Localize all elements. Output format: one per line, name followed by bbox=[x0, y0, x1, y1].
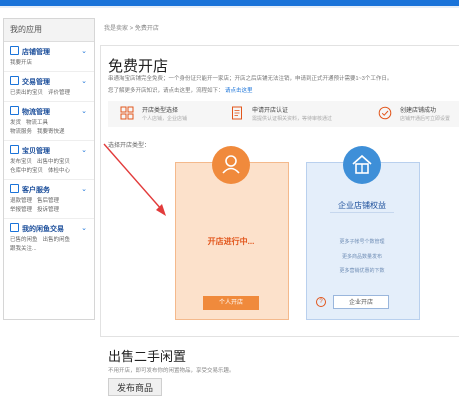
sidebar-group-title[interactable]: 物流管理 ⌄ bbox=[10, 106, 89, 117]
process-steps: 开店类型选择 个人店铺，企业店铺 申请开店认证 需提供认证相关资料，等待审核通过… bbox=[108, 101, 459, 127]
enterprise-benefit[interactable]: 更多商品数量发布 bbox=[306, 253, 418, 260]
group-title-text: 交易管理 bbox=[22, 79, 50, 86]
sidebar-link[interactable]: 出售的闲鱼 bbox=[43, 237, 71, 243]
sidebar-link[interactable]: 物流工具 bbox=[26, 120, 48, 126]
service-icon bbox=[10, 184, 19, 193]
sidebar-group-title[interactable]: 客户服务 ⌄ bbox=[10, 184, 89, 195]
top-bar-line bbox=[0, 6, 459, 8]
chevron-down-icon[interactable]: ⌄ bbox=[81, 46, 87, 57]
store-icon bbox=[10, 46, 19, 55]
intro-link-line: 您了解更多开店知识，请点击这里，流程如下： 请点击这里 bbox=[108, 86, 253, 94]
sidebar-link[interactable]: 已售的闲鱼 bbox=[10, 237, 38, 243]
step-subtitle: 个人店铺，企业店铺 bbox=[142, 116, 188, 122]
sidebar-link[interactable]: 物流服务 bbox=[10, 129, 32, 135]
sidebar-link[interactable]: 仓库中的宝贝 bbox=[10, 168, 43, 174]
sidebar-group-trade: 交易管理 ⌄ 已卖出的宝贝 评价管理 bbox=[4, 72, 94, 102]
enterprise-icon bbox=[352, 154, 372, 174]
enterprise-card-title: 企业店铺权益 bbox=[338, 201, 386, 210]
sidebar-title: 我的应用 bbox=[4, 19, 94, 42]
personal-avatar-circle bbox=[212, 146, 250, 184]
step-title: 创建店铺成功 bbox=[400, 108, 437, 114]
sidebar-link[interactable]: 跟我关注... bbox=[10, 246, 37, 252]
truck-icon bbox=[10, 106, 19, 115]
step-success: 创建店铺成功 店铺开通后可立即设置 bbox=[378, 103, 458, 125]
sidebar-link[interactable]: 已卖出的宝贝 bbox=[10, 90, 43, 96]
sidebar-link[interactable]: 我要寄快递 bbox=[37, 129, 65, 135]
step-choose-type: 开店类型选择 个人店铺，企业店铺 bbox=[120, 103, 220, 125]
item-icon bbox=[10, 145, 19, 154]
chevron-down-icon[interactable]: ⌄ bbox=[81, 184, 87, 195]
group-title-text: 物流管理 bbox=[22, 109, 50, 116]
sidebar-link[interactable]: 体检中心 bbox=[48, 168, 70, 174]
enterprise-open-button[interactable]: 企业开店 bbox=[333, 295, 389, 309]
xianyu-icon bbox=[10, 223, 19, 232]
learn-more-link[interactable]: 请点击这里 bbox=[225, 88, 253, 94]
arrow-annotation-icon bbox=[103, 143, 166, 216]
sidebar-link[interactable]: 我要开店 bbox=[10, 60, 32, 66]
secondhand-desc: 不用开店，即可发布你的闲置物品，享受交易乐趣。 bbox=[108, 368, 235, 374]
step-subtitle: 需提供认证相关资料，等待审核通过 bbox=[252, 116, 333, 122]
personal-store-status: 开店进行中... bbox=[207, 237, 255, 246]
group-title-text: 店铺管理 bbox=[22, 49, 50, 56]
sidebar-group-store: 店铺管理 ⌄ 我要开店 bbox=[4, 42, 94, 72]
sidebar-link[interactable]: 评价管理 bbox=[48, 90, 70, 96]
sidebar-link[interactable]: 出售中的宝贝 bbox=[37, 159, 70, 165]
secondhand-title: 出售二手闲置 bbox=[108, 349, 187, 364]
enterprise-benefit[interactable]: 更多子帐号个数管理 bbox=[306, 238, 418, 245]
page-title: 免费开店 bbox=[108, 58, 169, 75]
sidebar-group-xianyu: 我的闲鱼交易 ⌄ 已售的闲鱼 出售的闲鱼 跟我关注... bbox=[4, 219, 94, 257]
chevron-down-icon[interactable]: ⌄ bbox=[81, 76, 87, 87]
group-title-text: 我的闲鱼交易 bbox=[22, 226, 64, 233]
sidebar-link[interactable]: 投诉管理 bbox=[37, 207, 59, 213]
sidebar-group-service: 客户服务 ⌄ 退款管理 售后管理 举报管理 投诉管理 bbox=[4, 180, 94, 219]
sidebar-link[interactable]: 举报管理 bbox=[10, 207, 32, 213]
sidebar-group-logistics: 物流管理 ⌄ 发货 物流工具物流服务 我要寄快递 bbox=[4, 102, 94, 141]
step-subtitle: 店铺开通后可立即设置 bbox=[400, 116, 451, 122]
chevron-down-icon[interactable]: ⌄ bbox=[81, 145, 87, 156]
enterprise-divider bbox=[330, 212, 394, 213]
chevron-down-icon[interactable]: ⌄ bbox=[81, 106, 87, 117]
sidebar-group-title[interactable]: 我的闲鱼交易 ⌄ bbox=[10, 223, 89, 234]
document-icon bbox=[232, 106, 242, 120]
sidebar-link[interactable]: 发布宝贝 bbox=[10, 159, 32, 165]
group-title-text: 宝贝管理 bbox=[22, 148, 50, 155]
sidebar-link[interactable]: 售后管理 bbox=[37, 198, 59, 204]
enterprise-benefit[interactable]: 更多营销优惠的下数 bbox=[306, 267, 418, 274]
person-icon bbox=[222, 155, 240, 174]
sidebar-group-title[interactable]: 交易管理 ⌄ bbox=[10, 76, 89, 87]
sidebar-link[interactable]: 发货 bbox=[10, 120, 21, 126]
step-title: 申请开店认证 bbox=[252, 108, 289, 114]
step-certify: 申请开店认证 需提供认证相关资料，等待审核通过 bbox=[230, 103, 340, 125]
check-circle-icon bbox=[378, 106, 392, 120]
help-icon[interactable]: ? bbox=[316, 297, 326, 307]
sidebar-group-items: 宝贝管理 ⌄ 发布宝贝 出售中的宝贝仓库中的宝贝 体检中心 bbox=[4, 141, 94, 180]
enterprise-avatar-circle bbox=[343, 146, 381, 184]
intro-link-text: 您了解更多开店知识，请点击这里，流程如下： bbox=[108, 88, 224, 94]
step-title: 开店类型选择 bbox=[142, 108, 179, 114]
chevron-down-icon[interactable]: ⌄ bbox=[81, 223, 87, 234]
sidebar: 我的应用 店铺管理 ⌄ 我要开店 交易管理 ⌄ 已卖出的宝贝 评价管理 物流管理 ⌄ 发… bbox=[3, 18, 95, 320]
store-type-icon bbox=[120, 106, 134, 120]
intro-text: 串通淘宝店铺完全免费；一个身份证只能开一家店；开店之后店铺无法注销，申请到正式开… bbox=[108, 76, 393, 82]
sidebar-group-title[interactable]: 店铺管理 ⌄ bbox=[10, 46, 89, 57]
trade-icon bbox=[10, 76, 19, 85]
personal-open-button[interactable]: 个人开店 bbox=[203, 296, 259, 310]
breadcrumb[interactable]: 我是卖家 > 免费开店 bbox=[104, 23, 159, 32]
sidebar-group-title[interactable]: 宝贝管理 ⌄ bbox=[10, 145, 89, 156]
publish-item-button[interactable]: 发布商品 bbox=[108, 378, 162, 396]
sidebar-link[interactable]: 退款管理 bbox=[10, 198, 32, 204]
group-title-text: 客户服务 bbox=[22, 187, 50, 194]
